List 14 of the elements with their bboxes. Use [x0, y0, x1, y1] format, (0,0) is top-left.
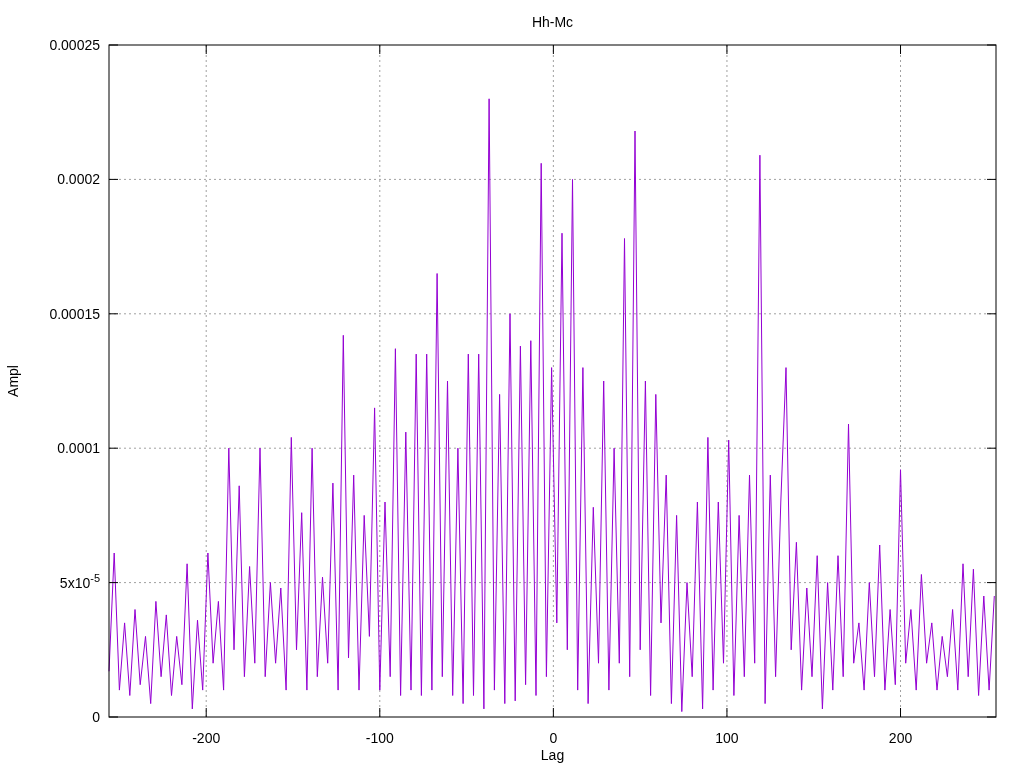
- tick-label: 0.0002: [57, 171, 100, 188]
- chart-title: Hh-Mc: [531, 14, 574, 30]
- tick-label: 100: [715, 730, 739, 746]
- tick-label: 5x10$^{-5}$: [59, 571, 100, 591]
- tick-label: 0.0001: [57, 440, 100, 457]
- axis-label: Lag: [540, 747, 565, 763]
- tick-label: 0.00025: [49, 37, 100, 53]
- tick-label: 0: [92, 709, 100, 725]
- tick-label: -200: [192, 730, 221, 746]
- tick-label: -100: [365, 730, 394, 746]
- tick-label: 0.00015: [49, 305, 100, 322]
- tick-label: 200: [888, 730, 913, 746]
- tick-label: 0: [549, 730, 558, 746]
- axis-label: Ampl: [5, 365, 21, 397]
